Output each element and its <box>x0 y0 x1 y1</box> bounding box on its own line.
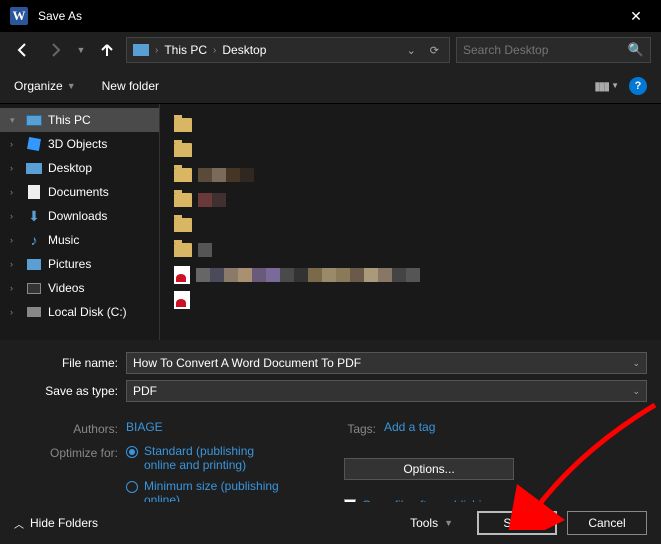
form-section: File name: How To Convert A Word Documen… <box>0 340 661 416</box>
search-icon[interactable]: 🔍 <box>628 42 644 58</box>
filename-label: File name: <box>14 356 126 370</box>
search-input[interactable] <box>463 43 622 57</box>
hide-folders-button[interactable]: ︿Hide Folders <box>14 516 98 531</box>
search-box[interactable]: 🔍 <box>456 37 651 63</box>
tree-pictures[interactable]: ›Pictures <box>0 252 159 276</box>
file-list[interactable] <box>160 104 661 340</box>
close-icon[interactable]: ✕ <box>621 8 651 25</box>
download-icon: ⬇ <box>26 209 42 223</box>
tags-label: Tags: <box>344 420 384 436</box>
chevron-right-icon: › <box>213 45 216 56</box>
optimize-label: Optimize for: <box>14 444 126 460</box>
radio-standard[interactable]: Standard (publishing online and printing… <box>126 444 284 473</box>
tree-documents[interactable]: ›Documents <box>0 180 159 204</box>
authors-value[interactable]: BIAGE <box>126 420 163 434</box>
folder-icon <box>174 243 192 257</box>
back-button[interactable] <box>10 37 36 63</box>
filename-input[interactable]: How To Convert A Word Document To PDF⌄ <box>126 352 647 374</box>
options-button[interactable]: Options... <box>344 458 514 480</box>
folder-tree: ▾This PC ›3D Objects ›Desktop ›Documents… <box>0 104 160 340</box>
new-folder-button[interactable]: New folder <box>102 79 159 93</box>
tree-3d-objects[interactable]: ›3D Objects <box>0 132 159 156</box>
recent-dropdown[interactable]: ▼ <box>74 37 88 63</box>
breadcrumb-pc[interactable]: This PC <box>164 43 207 57</box>
tree-music[interactable]: ›♪Music <box>0 228 159 252</box>
radio-icon <box>126 446 138 458</box>
cancel-button[interactable]: Cancel <box>567 511 647 535</box>
tree-videos[interactable]: ›Videos <box>0 276 159 300</box>
refresh-icon[interactable]: ⟳ <box>426 44 443 57</box>
savetype-label: Save as type: <box>14 384 126 398</box>
pdf-icon <box>174 266 190 284</box>
list-item[interactable] <box>174 289 647 311</box>
footer-bar: ︿Hide Folders Tools▼ Save Cancel <box>0 502 661 544</box>
list-item[interactable] <box>174 139 647 161</box>
tags-value[interactable]: Add a tag <box>384 420 435 434</box>
forward-button[interactable] <box>42 37 68 63</box>
up-button[interactable] <box>94 37 120 63</box>
savetype-select[interactable]: PDF⌄ <box>126 380 647 402</box>
chevron-up-icon: ︿ <box>14 516 24 531</box>
list-item[interactable] <box>174 264 647 286</box>
address-dropdown-icon[interactable]: ⌄ <box>403 44 420 57</box>
word-app-icon: W <box>10 7 28 25</box>
breadcrumb-location[interactable]: Desktop <box>222 43 266 57</box>
organize-button[interactable]: Organize▼ <box>14 79 76 93</box>
list-item[interactable] <box>174 164 647 186</box>
tree-local-disk[interactable]: ›Local Disk (C:) <box>0 300 159 324</box>
folder-icon <box>174 218 192 232</box>
tools-dropdown[interactable]: Tools▼ <box>410 516 453 530</box>
help-icon[interactable]: ? <box>629 77 647 95</box>
folder-icon <box>174 168 192 182</box>
folder-icon <box>174 118 192 132</box>
authors-label: Authors: <box>14 420 126 436</box>
tree-desktop[interactable]: ›Desktop <box>0 156 159 180</box>
tree-downloads[interactable]: ›⬇Downloads <box>0 204 159 228</box>
chevron-right-icon: › <box>155 45 158 56</box>
list-item[interactable] <box>174 114 647 136</box>
tree-this-pc[interactable]: ▾This PC <box>0 108 159 132</box>
metadata-section: Authors: BIAGE Optimize for: Standard (p… <box>0 416 661 512</box>
list-item[interactable] <box>174 214 647 236</box>
list-item[interactable] <box>174 239 647 261</box>
chevron-down-icon: ⌄ <box>632 358 640 369</box>
view-button[interactable]: ▮▮▮ ▼ <box>594 79 619 93</box>
music-icon: ♪ <box>26 233 42 247</box>
folder-icon <box>174 193 192 207</box>
title-bar: W Save As ✕ <box>0 0 661 32</box>
pdf-icon <box>174 291 190 309</box>
chevron-down-icon: ⌄ <box>632 386 640 397</box>
address-bar[interactable]: › This PC › Desktop ⌄ ⟳ <box>126 37 450 63</box>
list-item[interactable] <box>174 189 647 211</box>
save-button[interactable]: Save <box>477 511 557 535</box>
nav-bar: ▼ › This PC › Desktop ⌄ ⟳ 🔍 <box>0 32 661 68</box>
toolbar: Organize▼ New folder ▮▮▮ ▼ ? <box>0 68 661 104</box>
folder-icon <box>174 143 192 157</box>
radio-icon <box>126 481 138 493</box>
location-icon <box>133 44 149 56</box>
dialog-title: Save As <box>38 9 621 23</box>
